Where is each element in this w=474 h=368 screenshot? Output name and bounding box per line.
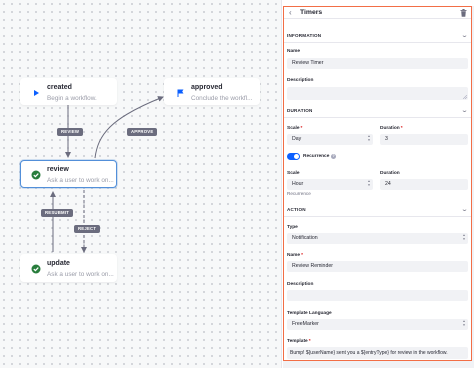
action-name-label: Name* — [287, 253, 303, 258]
transition-label-approve[interactable]: APPROVE — [127, 128, 158, 136]
question-circle-icon[interactable]: ? — [331, 154, 336, 159]
node-description: Ask a user to work on... — [47, 177, 114, 184]
check-circle-icon — [31, 264, 41, 274]
panel-header: ‹ Timers — [284, 7, 471, 19]
node-update[interactable]: update Ask a user to work on... — [20, 254, 117, 282]
node-title: review — [47, 166, 69, 173]
section-title: INFORMATION — [287, 33, 322, 38]
node-review[interactable]: review Ask a user to work on... — [20, 160, 117, 188]
template-language-label: Template Language — [287, 311, 332, 316]
section-action[interactable]: ACTION ⌄ — [284, 204, 471, 217]
node-title: approved — [191, 84, 223, 91]
template-input[interactable]: Bump! ${userName} sent you a ${entryType… — [287, 347, 468, 359]
node-title: created — [47, 84, 72, 91]
recurrence-duration-label: Duration — [380, 171, 400, 176]
scale-select[interactable]: Day — [287, 134, 373, 145]
description-label: Description — [287, 78, 314, 83]
section-title: DURATION — [287, 108, 313, 113]
chevron-down-icon[interactable]: ⌄ — [461, 107, 469, 115]
resize-grip-icon[interactable] — [463, 95, 467, 99]
template-label: Template* — [287, 339, 311, 344]
check-circle-icon — [31, 170, 41, 180]
name-label: Name — [287, 49, 301, 54]
recurrence-scale-label: Scale — [287, 171, 300, 176]
duration-label: Duration* — [380, 126, 403, 131]
chevron-down-icon[interactable]: ⌄ — [461, 32, 469, 40]
transition-label-resubmit[interactable]: RESUBMIT — [41, 209, 74, 217]
workflow-canvas[interactable]: created Begin a workflow. approved Concl… — [0, 0, 282, 368]
play-icon — [34, 90, 39, 96]
scale-label: Scale* — [287, 126, 303, 131]
action-name-input[interactable]: Review Reminder — [287, 261, 468, 272]
node-created[interactable]: created Begin a workflow. — [20, 78, 117, 105]
properties-sidebar: ‹ Timers INFORMATION ⌄ Name Review Timer… — [283, 6, 474, 368]
chevron-left-icon[interactable]: ‹ — [289, 8, 292, 18]
recurrence-scale-select[interactable]: Hour — [287, 179, 373, 190]
action-description-input[interactable] — [287, 290, 468, 301]
chevron-down-icon[interactable]: ⌄ — [461, 206, 469, 214]
section-title: ACTION — [287, 207, 306, 212]
recurrence-hint: Recurrence — [287, 191, 311, 196]
recurrence-toggle[interactable] — [287, 153, 300, 160]
panel-title: Timers — [300, 9, 323, 16]
section-information[interactable]: INFORMATION ⌄ — [284, 30, 471, 43]
recurrence-label: Recurrence — [303, 154, 330, 159]
duration-input[interactable]: 3 — [380, 134, 468, 145]
timer-description-input[interactable] — [287, 87, 468, 100]
node-description: Begin a workflow. — [47, 95, 97, 102]
node-description: Conclude the workfl... — [191, 95, 253, 102]
action-type-select[interactable]: Notification — [287, 233, 468, 244]
section-duration[interactable]: DURATION ⌄ — [284, 105, 471, 118]
timer-name-input[interactable]: Review Timer — [287, 58, 468, 69]
flag-icon — [177, 89, 184, 97]
node-title: update — [47, 260, 70, 267]
node-approved[interactable]: approved Conclude the workfl... — [164, 78, 260, 105]
template-language-select[interactable]: FreeMarker — [287, 319, 468, 330]
transition-label-review[interactable]: REVIEW — [57, 128, 84, 136]
node-description: Ask a user to work on... — [47, 271, 114, 278]
action-description-label: Description — [287, 282, 314, 287]
recurrence-duration-input[interactable]: 24 — [380, 179, 468, 190]
type-label: Type — [287, 225, 298, 230]
timers-panel: ‹ Timers INFORMATION ⌄ Name Review Timer… — [283, 6, 472, 361]
trash-icon[interactable] — [460, 9, 467, 17]
transition-label-reject[interactable]: REJECT — [74, 225, 101, 233]
